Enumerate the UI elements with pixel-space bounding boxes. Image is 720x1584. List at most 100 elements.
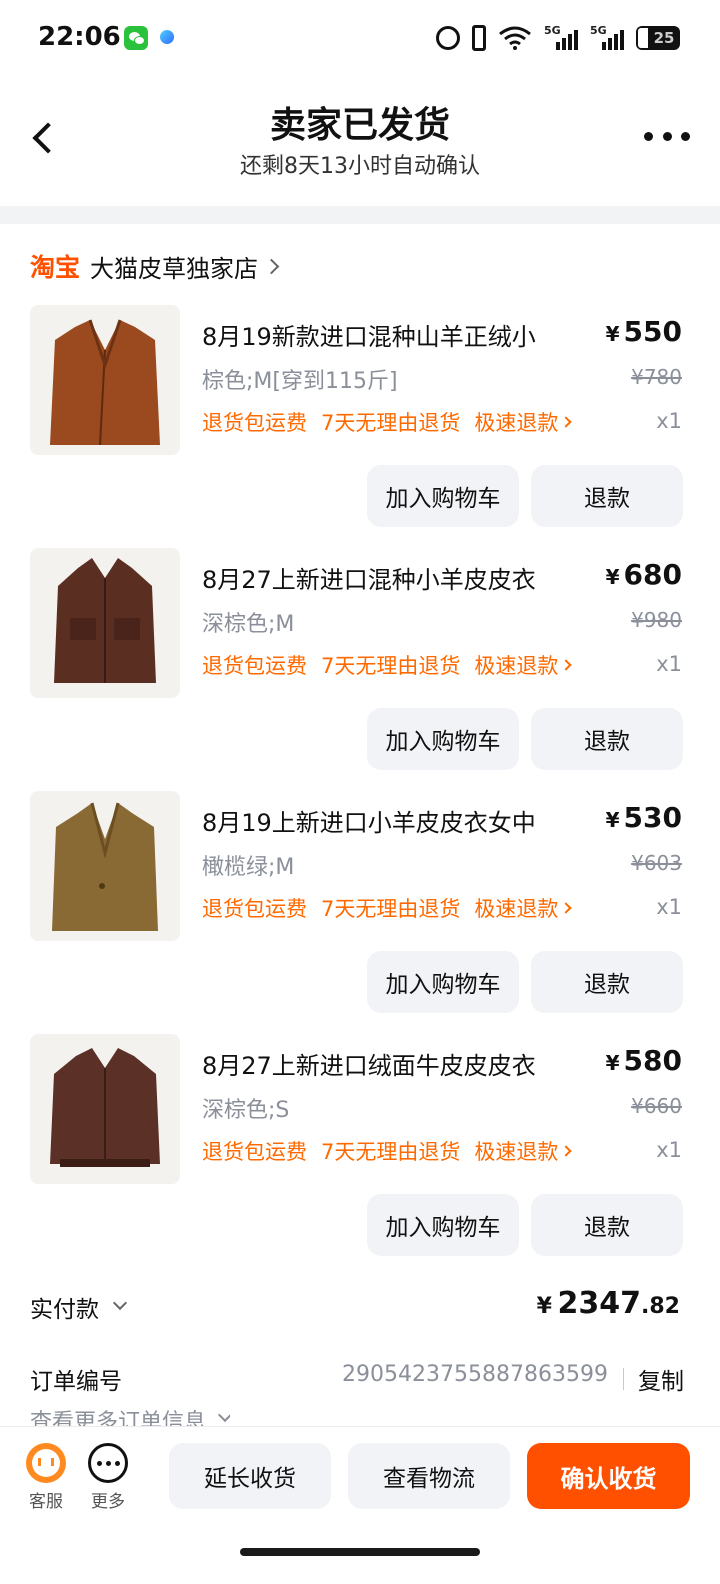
- confirm-receipt-button[interactable]: 确认收货: [527, 1443, 690, 1509]
- home-indicator[interactable]: [240, 1548, 480, 1556]
- refund-button[interactable]: 退款: [531, 951, 683, 1013]
- currency-symbol: ¥: [605, 565, 620, 589]
- original-price: ¥660: [631, 1094, 682, 1118]
- currency-symbol: ¥: [605, 808, 620, 832]
- chevron-right-icon: [560, 416, 573, 428]
- product-price: ¥580: [606, 1044, 682, 1077]
- service-tags: 退货包运费 7天无理由退货 极速退款: [202, 407, 573, 437]
- paid-amount-integer: 2347: [557, 1286, 642, 1321]
- add-to-cart-button[interactable]: 加入购物车: [367, 465, 519, 527]
- refund-button[interactable]: 退款: [531, 708, 683, 770]
- original-price: ¥980: [631, 608, 682, 632]
- product-image[interactable]: [30, 548, 180, 698]
- tag-fast-refund[interactable]: 极速退款: [474, 650, 573, 680]
- wechat-icon: [124, 26, 148, 50]
- chevron-right-icon: [560, 902, 573, 914]
- paid-amount-toggle[interactable]: 实付款: [30, 1290, 128, 1324]
- vibrate-icon: [472, 25, 486, 51]
- chevron-right-icon: [560, 659, 573, 671]
- refund-button[interactable]: 退款: [531, 465, 683, 527]
- wifi-icon: [499, 26, 531, 50]
- more-label: 更多: [91, 1492, 125, 1512]
- more-icon: [88, 1443, 128, 1483]
- original-price: ¥603: [631, 851, 682, 875]
- taobao-logo: 淘宝: [30, 253, 81, 282]
- battery-level: 25: [653, 29, 675, 47]
- product-price: ¥550: [606, 315, 682, 348]
- add-to-cart-button[interactable]: 加入购物车: [367, 951, 519, 1013]
- more-button[interactable]: 更多: [78, 1443, 138, 1512]
- product-title[interactable]: 8月19新款进口混种山羊正绒小: [202, 317, 572, 352]
- product-quantity: x1: [656, 1138, 682, 1162]
- chevron-down-icon: [217, 1407, 231, 1423]
- customer-service-button[interactable]: 客服: [16, 1443, 76, 1512]
- service-tags: 退货包运费 7天无理由退货 极速退款: [202, 1136, 573, 1166]
- page-title: 卖家已发货: [269, 105, 450, 146]
- product-image[interactable]: [30, 791, 180, 941]
- order-item: 8月19上新进口小羊皮皮衣女中 ¥530 橄榄绿;M ¥603 退货包运费 7天…: [0, 791, 720, 1034]
- product-image[interactable]: [30, 1034, 180, 1184]
- alarm-icon: [436, 26, 460, 50]
- chevron-down-icon: [112, 1295, 128, 1311]
- product-quantity: x1: [656, 652, 682, 676]
- chevron-right-icon: [263, 258, 280, 274]
- tag-7-day-return: 7天无理由退货: [321, 1140, 461, 1164]
- order-item: 8月27上新进口绒面牛皮皮皮衣 ¥580 深棕色;S ¥660 退货包运费 7天…: [0, 1034, 720, 1277]
- paid-label: 实付款: [30, 1297, 99, 1323]
- tag-free-return-shipping: 退货包运费: [202, 1140, 307, 1164]
- currency-symbol: ¥: [605, 1051, 620, 1075]
- shop-name: 大猫皮草独家店: [90, 254, 259, 283]
- tag-fast-refund-label: 极速退款: [474, 1140, 559, 1164]
- customer-service-icon: [26, 1443, 66, 1483]
- tag-fast-refund[interactable]: 极速退款: [474, 1136, 573, 1166]
- tag-fast-refund[interactable]: 极速退款: [474, 893, 573, 923]
- signal-icon: 5G: [590, 24, 624, 52]
- divider: [623, 1368, 624, 1390]
- order-item: 8月19新款进口混种山羊正绒小 ¥550 棕色;M[穿到115斤] ¥780 退…: [0, 305, 720, 548]
- battery-icon: 25: [636, 26, 680, 50]
- product-title[interactable]: 8月27上新进口绒面牛皮皮皮衣: [202, 1046, 572, 1081]
- service-tags: 退货包运费 7天无理由退货 极速退款: [202, 893, 573, 923]
- more-order-info-link[interactable]: 查看更多订单信息: [30, 1404, 231, 1426]
- product-image[interactable]: [30, 305, 180, 455]
- copy-button[interactable]: 复制: [638, 1362, 684, 1396]
- shop-link[interactable]: 淘宝 大猫皮草独家店: [30, 248, 280, 284]
- view-logistics-button[interactable]: 查看物流: [348, 1443, 510, 1509]
- order-number-label: 订单编号: [30, 1369, 122, 1395]
- tag-free-return-shipping: 退货包运费: [202, 411, 307, 435]
- add-to-cart-button[interactable]: 加入购物车: [367, 708, 519, 770]
- status-icons: 5G 5G 25: [436, 24, 680, 52]
- paid-amount-decimal: .82: [641, 1294, 680, 1319]
- paid-amount: ¥ 2347.82: [537, 1286, 680, 1321]
- order-item: 8月27上新进口混种小羊皮皮衣 ¥680 深棕色;M ¥980 退货包运费 7天…: [0, 548, 720, 791]
- product-sku: 棕色;M[穿到115斤]: [202, 369, 398, 394]
- paid-currency: ¥: [536, 1294, 552, 1319]
- product-title[interactable]: 8月27上新进口混种小羊皮皮衣: [202, 560, 572, 595]
- status-bar: 22:06 5G 5G 25: [0, 0, 720, 76]
- tag-free-return-shipping: 退货包运费: [202, 654, 307, 678]
- customer-service-label: 客服: [29, 1492, 63, 1512]
- order-number: 2905423755887863599: [342, 1362, 608, 1387]
- tag-fast-refund-label: 极速退款: [474, 654, 559, 678]
- page-header: 卖家已发货 还剩8天13小时自动确认: [0, 76, 720, 206]
- price-value: 680: [623, 558, 682, 591]
- add-to-cart-button[interactable]: 加入购物车: [367, 1194, 519, 1256]
- app-icon: [156, 26, 180, 50]
- currency-symbol: ¥: [605, 322, 620, 346]
- price-value: 530: [623, 801, 682, 834]
- tag-fast-refund[interactable]: 极速退款: [474, 407, 573, 437]
- service-tags: 退货包运费 7天无理由退货 极速退款: [202, 650, 573, 680]
- tag-free-return-shipping: 退货包运费: [202, 897, 307, 921]
- product-price: ¥530: [606, 801, 682, 834]
- product-price: ¥680: [606, 558, 682, 591]
- refund-button[interactable]: 退款: [531, 1194, 683, 1256]
- more-order-info-label: 查看更多订单信息: [30, 1410, 207, 1426]
- extend-receipt-button[interactable]: 延长收货: [169, 1443, 331, 1509]
- price-value: 550: [623, 315, 682, 348]
- section-divider: [0, 206, 720, 224]
- product-quantity: x1: [656, 895, 682, 919]
- more-options-icon[interactable]: [644, 124, 690, 148]
- tag-7-day-return: 7天无理由退货: [321, 897, 461, 921]
- product-sku: 橄榄绿;M: [202, 855, 295, 880]
- product-title[interactable]: 8月19上新进口小羊皮皮衣女中: [202, 803, 572, 838]
